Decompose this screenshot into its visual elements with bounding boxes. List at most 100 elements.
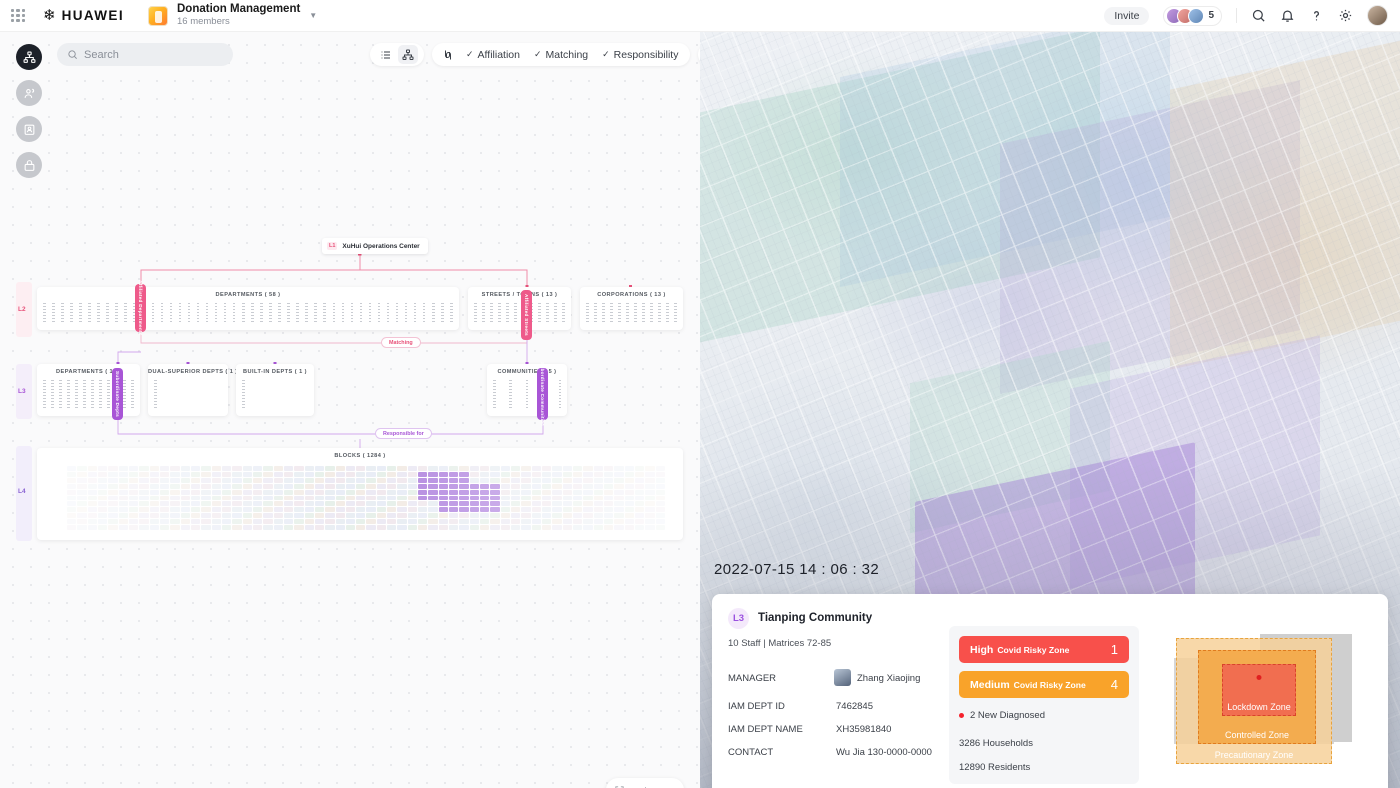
block-cell[interactable] <box>201 496 210 501</box>
block-cell[interactable] <box>459 496 468 501</box>
block-cell[interactable] <box>625 472 634 477</box>
block-cell[interactable] <box>449 507 458 512</box>
block-cell[interactable] <box>563 501 572 506</box>
group-tick-item[interactable] <box>554 303 557 324</box>
group-built-in-depts[interactable]: BUILT-IN DEPTS ( 1 ) <box>236 364 314 416</box>
block-cell[interactable] <box>408 519 417 524</box>
filter-affiliation[interactable]: ✓ Affiliation <box>460 49 526 61</box>
block-cell[interactable] <box>511 484 520 489</box>
block-cell[interactable] <box>366 490 375 495</box>
block-cell[interactable] <box>222 478 231 483</box>
block-cell[interactable] <box>253 466 262 471</box>
group-tick-item[interactable] <box>79 303 82 324</box>
block-cell[interactable] <box>604 501 613 506</box>
block-cell[interactable] <box>336 507 345 512</box>
block-cell[interactable] <box>532 507 541 512</box>
block-cell[interactable] <box>542 466 551 471</box>
group-tick-item[interactable] <box>610 303 613 324</box>
block-cell[interactable] <box>573 525 582 530</box>
block-cell[interactable] <box>604 507 613 512</box>
block-cell[interactable] <box>418 507 427 512</box>
block-cell[interactable] <box>160 484 169 489</box>
block-cell[interactable] <box>604 484 613 489</box>
group-corporations[interactable]: CORPORATIONS ( 13 ) <box>580 287 683 330</box>
block-cell[interactable] <box>366 513 375 518</box>
block-cell[interactable] <box>387 466 396 471</box>
block-cell[interactable] <box>542 478 551 483</box>
block-cell[interactable] <box>645 525 654 530</box>
group-tick-item[interactable] <box>51 380 54 410</box>
block-cell[interactable] <box>222 484 231 489</box>
block-cell[interactable] <box>625 513 634 518</box>
block-cell[interactable] <box>160 507 169 512</box>
block-cell[interactable] <box>305 478 314 483</box>
block-cell[interactable] <box>490 496 499 501</box>
block-cell[interactable] <box>263 478 272 483</box>
block-cell[interactable] <box>284 513 293 518</box>
block-cell[interactable] <box>552 478 561 483</box>
block-cell[interactable] <box>243 525 252 530</box>
group-tick-item[interactable] <box>251 303 254 324</box>
block-cell[interactable] <box>470 484 479 489</box>
map-pane[interactable]: 2022-07-15 14 : 06 : 32 L3 Tianping Comm… <box>700 32 1400 788</box>
block-cell[interactable] <box>635 507 644 512</box>
group-tick-item[interactable] <box>59 380 62 410</box>
block-cell[interactable] <box>243 496 252 501</box>
block-cell[interactable] <box>284 478 293 483</box>
block-cell[interactable] <box>119 472 128 477</box>
block-cell[interactable] <box>284 472 293 477</box>
block-cell[interactable] <box>212 484 221 489</box>
group-tick-item[interactable] <box>414 303 417 324</box>
block-cell[interactable] <box>201 484 210 489</box>
block-cell[interactable] <box>552 472 561 477</box>
group-tick-item[interactable] <box>602 303 605 324</box>
block-cell[interactable] <box>377 519 386 524</box>
block-cell[interactable] <box>377 484 386 489</box>
block-cell[interactable] <box>212 507 221 512</box>
group-tick-item[interactable] <box>260 303 263 324</box>
block-cell[interactable] <box>77 466 86 471</box>
block-cell[interactable] <box>150 525 159 530</box>
block-cell[interactable] <box>656 507 665 512</box>
block-cell[interactable] <box>511 478 520 483</box>
block-cell[interactable] <box>170 496 179 501</box>
block-cell[interactable] <box>604 490 613 495</box>
block-cell[interactable] <box>119 519 128 524</box>
block-cell[interactable] <box>552 501 561 506</box>
block-cell[interactable] <box>594 525 603 530</box>
block-cell[interactable] <box>490 513 499 518</box>
block-cell[interactable] <box>274 472 283 477</box>
group-tick-item[interactable] <box>396 303 399 324</box>
block-cell[interactable] <box>139 501 148 506</box>
block-cell[interactable] <box>583 472 592 477</box>
block-cell[interactable] <box>635 466 644 471</box>
block-cell[interactable] <box>139 466 148 471</box>
block-cell[interactable] <box>449 519 458 524</box>
block-cell[interactable] <box>563 496 572 501</box>
block-cell[interactable] <box>139 519 148 524</box>
block-cell[interactable] <box>614 490 623 495</box>
block-cell[interactable] <box>387 513 396 518</box>
block-cell[interactable] <box>243 466 252 471</box>
block-cell[interactable] <box>470 507 479 512</box>
block-cell[interactable] <box>108 513 117 518</box>
block-cell[interactable] <box>377 513 386 518</box>
block-cell[interactable] <box>418 501 427 506</box>
block-cell[interactable] <box>645 472 654 477</box>
block-cell[interactable] <box>325 466 334 471</box>
block-cell[interactable] <box>139 513 148 518</box>
group-tick-item[interactable] <box>333 303 336 324</box>
block-cell[interactable] <box>397 478 406 483</box>
block-cell[interactable] <box>356 507 365 512</box>
block-cell[interactable] <box>222 496 231 501</box>
block-cell[interactable] <box>253 525 262 530</box>
block-cell[interactable] <box>243 478 252 483</box>
block-cell[interactable] <box>511 496 520 501</box>
group-tick-item[interactable] <box>179 303 182 324</box>
group-tick-item[interactable] <box>124 303 127 324</box>
block-cell[interactable] <box>645 519 654 524</box>
block-cell[interactable] <box>325 525 334 530</box>
block-cell[interactable] <box>408 484 417 489</box>
block-cell[interactable] <box>201 466 210 471</box>
block-cell[interactable] <box>232 525 241 530</box>
